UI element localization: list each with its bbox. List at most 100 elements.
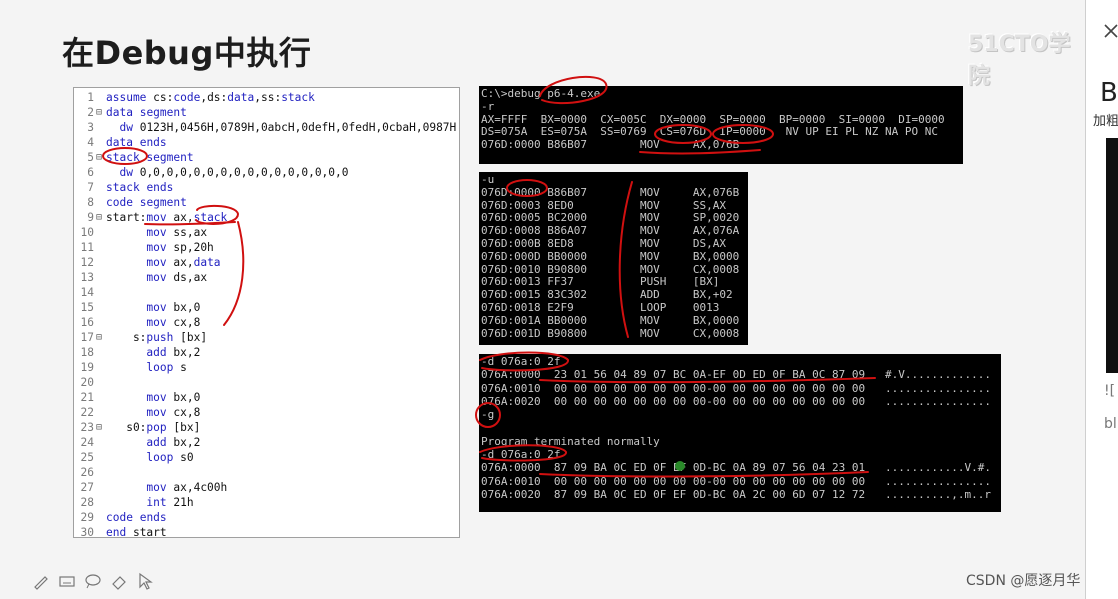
code-line: 30 end start — [74, 525, 459, 538]
fold-toggle-icon[interactable]: ⊟ — [96, 330, 102, 345]
code-text: stack ends — [106, 181, 174, 194]
code-text: start:mov ax,stack — [106, 211, 228, 224]
code-line: 8 code segment — [74, 195, 459, 210]
line-number: 6 — [87, 166, 94, 179]
debug-output-line: 076D:0015 83C302 ADD BX,+02 — [481, 288, 733, 302]
code-line: 19 loop s — [74, 360, 459, 375]
code-line: 27 mov ax,4c00h — [74, 480, 459, 495]
pointer-icon[interactable] — [136, 572, 154, 590]
code-text: assume cs:code,ds:data,ss:stack — [106, 91, 315, 104]
code-text: mov bx,0 — [146, 391, 201, 404]
debug-output-line: DS=075A ES=075A SS=0769 CS=076D IP=0000 … — [481, 125, 938, 139]
debug-output-line: 076D:0018 E2F9 LOOP 0013 — [481, 301, 720, 314]
code-line: 6 dw 0,0,0,0,0,0,0,0,0,0,0,0,0,0,0,0 — [74, 165, 459, 180]
line-number: 27 — [80, 481, 94, 494]
debug-output-line: -d 076a:0 2f — [481, 448, 561, 462]
line-number: 22 — [80, 406, 94, 419]
debug-output-line: 076A:0010 00 00 00 00 00 00 00 00-00 00 … — [481, 381, 991, 395]
fold-toggle-icon[interactable]: ⊟ — [96, 150, 102, 165]
line-number: 13 — [80, 271, 94, 284]
code-text: code segment — [106, 196, 187, 209]
line-number: 9 — [87, 211, 94, 224]
eraser-icon[interactable] — [110, 572, 128, 590]
code-text: s0:pop [bx] — [106, 421, 201, 434]
code-line: 17 ⊟ s:push [bx] — [74, 330, 459, 345]
debug-output-line: 076D:000B 8ED8 MOV DS,AX — [481, 237, 727, 250]
line-number: 30 — [80, 526, 94, 538]
line-number: 23 — [80, 421, 94, 434]
code-line: 20 — [74, 375, 459, 390]
debug-output-line: 076D:0005 BC2000 MOV SP,0020 — [481, 211, 740, 225]
code-text: s:push [bx] — [106, 331, 208, 344]
line-number: 1 — [87, 91, 94, 104]
line-number: 7 — [87, 181, 94, 194]
code-text: mov bx,0 — [146, 301, 201, 314]
debug-output-line: 076D:001A BB0000 MOV BX,0000 — [481, 313, 740, 327]
debug-output-line: 076D:0000 B86B07 MOV AX,076B — [481, 185, 740, 199]
code-line: 25 loop s0 — [74, 450, 459, 465]
debug-output-line: 076A:0010 00 00 00 00 00 00 00 00-00 00 … — [481, 474, 991, 488]
line-number: 2 — [87, 106, 94, 119]
code-line: 4 data ends — [74, 135, 459, 150]
code-line: 29 code ends — [74, 510, 459, 525]
fold-toggle-icon[interactable]: ⊟ — [96, 420, 102, 435]
line-number: 4 — [87, 136, 94, 149]
debug-output-line: -r — [481, 99, 495, 113]
fold-toggle-icon[interactable]: ⊟ — [96, 105, 102, 120]
sidebar-markdown-text: ![ — [1104, 383, 1116, 399]
bold-button[interactable]: B — [1100, 78, 1118, 108]
slide: 在Debug中执行 51CTO学院 1 assume cs:code,ds:dat… — [0, 0, 1085, 599]
fold-toggle-icon[interactable]: ⊟ — [96, 210, 102, 225]
code-text: dw 0,0,0,0,0,0,0,0,0,0,0,0,0,0,0,0 — [119, 166, 349, 179]
code-line: 1 assume cs:code,ds:data,ss:stack — [74, 90, 459, 105]
keyboard-icon[interactable] — [58, 572, 76, 590]
debug-output-line: 076A:0020 87 09 BA 0C ED 0F EF 0D-BC 0A … — [481, 488, 991, 501]
debug-output-line: 076A:0020 00 00 00 00 00 00 00 00-00 00 … — [481, 394, 991, 408]
bold-label: 加粗 — [1093, 114, 1118, 129]
code-text: add bx,2 — [146, 436, 201, 449]
debug-output-line: 076D:0008 B86A07 MOV AX,076A — [481, 224, 740, 238]
code-line: 3 dw 0123H,0456H,0789H,0abcH,0defH,0fedH… — [74, 120, 459, 135]
code-text: mov ds,ax — [146, 271, 208, 284]
debug-output-line: 076D:0010 B90800 MOV CX,0008 — [481, 262, 740, 276]
code-line: 21 mov bx,0 — [74, 390, 459, 405]
line-number: 21 — [80, 391, 94, 404]
code-line: 12 mov ax,data — [74, 255, 459, 270]
line-number: 17 — [80, 331, 94, 344]
line-number: 25 — [80, 451, 94, 464]
code-line: 23 ⊟ s0:pop [bx] — [74, 420, 459, 435]
code-text: add bx,2 — [146, 346, 201, 359]
code-text: end start — [106, 526, 167, 538]
code-line: 14 — [74, 285, 459, 300]
debug-output-line: -d 076a:0 2f — [481, 355, 561, 368]
code-line: 16 mov cx,8 — [74, 315, 459, 330]
line-number: 11 — [80, 241, 94, 254]
code-line: 10 mov ss,ax — [74, 225, 459, 240]
line-number: 14 — [80, 286, 94, 299]
code-text: loop s0 — [146, 451, 194, 464]
code-line: 7 stack ends — [74, 180, 459, 195]
code-line: 28 int 21h — [74, 495, 459, 510]
code-text: mov ax,data — [146, 256, 221, 269]
code-line: 24 add bx,2 — [74, 435, 459, 450]
line-number: 12 — [80, 256, 94, 269]
code-text: code ends — [106, 511, 167, 524]
debug-output-line: -g — [481, 408, 495, 422]
close-icon[interactable] — [1102, 22, 1118, 40]
code-text: mov ss,ax — [146, 226, 208, 239]
line-number: 19 — [80, 361, 94, 374]
slide-title: 在Debug中执行 — [62, 34, 312, 72]
code-text: mov cx,8 — [146, 406, 201, 419]
lasso-icon[interactable] — [84, 572, 102, 590]
csdn-credit: CSDN @愿逐月华 — [966, 573, 1081, 589]
line-number: 26 — [80, 466, 94, 479]
line-number: 8 — [87, 196, 94, 209]
line-number: 16 — [80, 316, 94, 329]
code-text: data ends — [106, 136, 167, 149]
pen-icon[interactable] — [32, 572, 50, 590]
code-text: mov sp,20h — [146, 241, 214, 254]
debug-output-line: 076D:0003 8ED0 MOV SS,AX — [481, 198, 727, 212]
debug-output-line: 076D:0013 FF37 PUSH [BX] — [481, 275, 720, 289]
code-text: mov ax,4c00h — [146, 481, 228, 494]
line-number: 3 — [87, 121, 94, 134]
